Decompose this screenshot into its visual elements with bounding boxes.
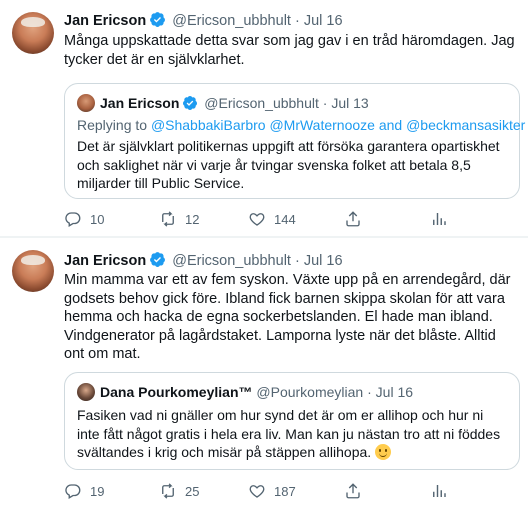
share-icon: [346, 211, 360, 227]
author-avatar[interactable]: [12, 250, 54, 292]
quoted-tweet-date: Jul 16: [375, 384, 414, 400]
quoted-author-avatar: [77, 383, 95, 401]
quoted-tweet-date: Jul 13: [331, 95, 369, 111]
like-count: 187: [274, 483, 296, 499]
reply-count: 10: [90, 211, 105, 227]
tweet-text: Min mamma var ett av fem syskon. Växte u…: [64, 272, 511, 362]
quoted-tweet-text: Det är självklart politikernas uppgift a…: [77, 138, 500, 191]
retweet-icon: [162, 211, 174, 227]
share-button[interactable]: [344, 482, 362, 500]
separator-dot: ·: [322, 95, 328, 111]
separator-dot: ·: [294, 13, 300, 29]
retweet-icon: [162, 483, 174, 499]
verified-badge-icon: [149, 251, 166, 273]
replying-to: Replying to @ShabbakiBarbro @MrWaternooz…: [77, 117, 525, 133]
quoted-tweet-text-content: Fasiken vad ni gnäller om hur synd det ä…: [77, 407, 501, 460]
quoted-author-name: Dana Pourkomeylian™: [100, 384, 253, 400]
verified-badge-icon: [182, 95, 198, 115]
heart-icon: [249, 213, 265, 226]
retweet-count: 25: [185, 483, 200, 499]
quoted-author-name: Jan Ericson: [100, 95, 180, 111]
separator-dot: ·: [294, 253, 300, 269]
author-name[interactable]: Jan Ericson: [64, 13, 146, 29]
replying-to-users[interactable]: @ShabbakiBarbro @MrWaternooze and @beckm…: [151, 117, 525, 133]
analytics-icon: [433, 485, 446, 497]
analytics-button[interactable]: [430, 210, 448, 228]
reply-button[interactable]: 19: [64, 482, 104, 500]
quoted-tweet[interactable]: Dana Pourkomeylian™ @Pourkomeylian · Jul…: [64, 372, 520, 470]
separator-dot: ·: [367, 384, 372, 400]
quoted-author-handle: @Pourkomeylian: [256, 384, 364, 400]
heart-icon: [249, 485, 265, 498]
like-button[interactable]: 187: [248, 482, 296, 500]
like-count: 144: [274, 211, 296, 227]
quoted-author-handle: @Ericson_ubbhult: [204, 95, 319, 111]
tweet-actions: 19 25 187: [64, 482, 514, 502]
author-name[interactable]: Jan Ericson: [64, 253, 146, 269]
share-icon: [346, 483, 360, 499]
reply-count: 19: [90, 483, 105, 499]
quoted-author-avatar: [77, 94, 95, 112]
quoted-tweet-text: Fasiken vad ni gnäller om hur synd det ä…: [77, 406, 509, 462]
tweet-date[interactable]: Jul 16: [304, 13, 343, 29]
author-handle[interactable]: @Ericson_ubbhult: [172, 253, 291, 269]
quoted-tweet-header: Dana Pourkomeylian™ @Pourkomeylian · Jul…: [77, 383, 413, 401]
tweet-date[interactable]: Jul 16: [304, 253, 343, 269]
author-avatar[interactable]: [12, 12, 54, 54]
tweet-actions: 10 12 144: [64, 210, 514, 230]
reply-icon: [65, 484, 81, 499]
quoted-tweet[interactable]: Jan Ericson @Ericson_ubbhult · Jul 13 Re…: [64, 83, 525, 199]
author-handle[interactable]: @Ericson_ubbhult: [172, 13, 291, 29]
retweet-count: 12: [185, 211, 200, 227]
analytics-button[interactable]: [430, 482, 448, 500]
like-button[interactable]: 144: [248, 210, 296, 228]
replying-to-prefix: Replying to: [77, 117, 148, 133]
tweet-header: Jan Ericson @Ericson_ubbhult · Jul 16: [64, 11, 343, 33]
analytics-icon: [433, 213, 446, 225]
retweet-button[interactable]: 12: [159, 210, 199, 228]
verified-badge-icon: [149, 11, 166, 33]
retweet-button[interactable]: 25: [159, 482, 199, 500]
quoted-tweet-header: Jan Ericson @Ericson_ubbhult · Jul 13: [77, 94, 369, 115]
smiling-face-emoji: [375, 444, 392, 460]
reply-button[interactable]: 10: [64, 210, 104, 228]
tweet-2[interactable]: Jan Ericson @Ericson_ubbhult · Jul 16 Mi…: [0, 238, 528, 510]
share-button[interactable]: [344, 210, 362, 228]
tweet-text: Många uppskattade detta svar som jag gav…: [64, 33, 515, 68]
reply-icon: [65, 212, 81, 227]
tweet-1[interactable]: Jan Ericson @Ericson_ubbhult · Jul 16 Må…: [0, 0, 528, 237]
tweet-header: Jan Ericson @Ericson_ubbhult · Jul 16: [64, 251, 343, 273]
